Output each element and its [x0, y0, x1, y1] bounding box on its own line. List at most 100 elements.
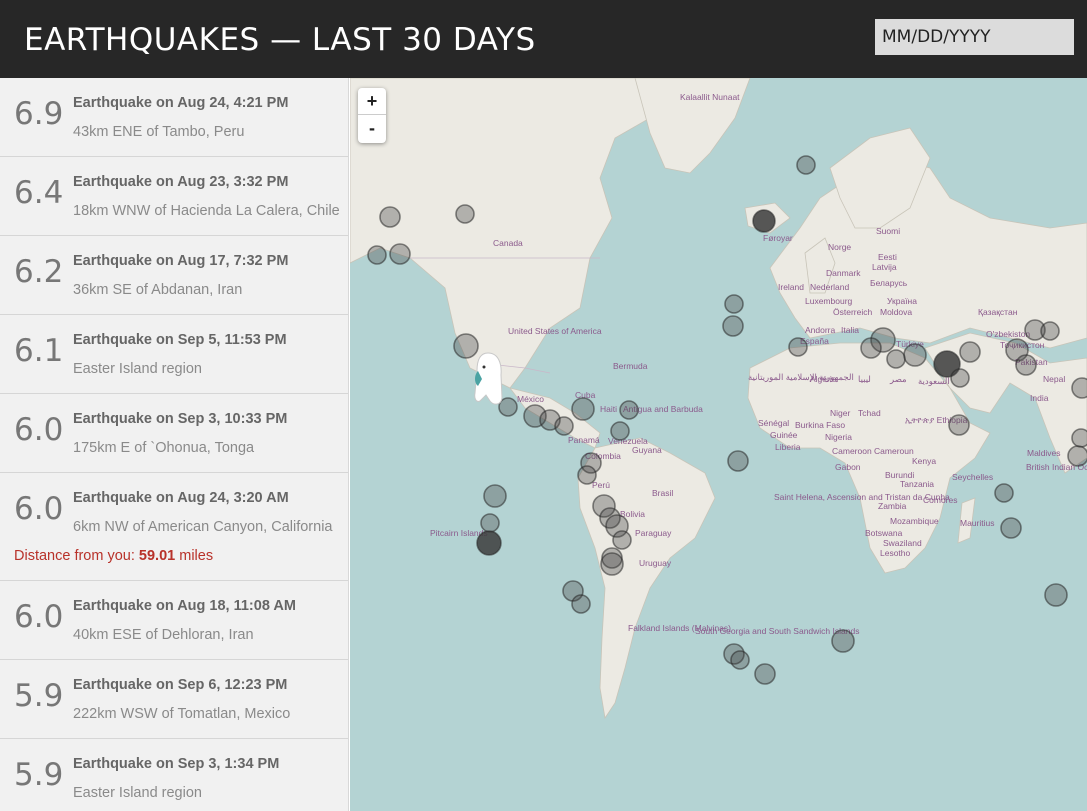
label-liberia: Liberia	[775, 442, 801, 452]
quake-place: Easter Island region	[73, 785, 202, 801]
quake-marker[interactable]	[389, 243, 411, 265]
person-marker-icon[interactable]	[474, 352, 503, 405]
label-nigeria: Nigeria	[825, 432, 852, 442]
list-item[interactable]: 6.0 Earthquake on Sep 3, 10:33 PM 175km …	[0, 394, 348, 473]
label-ireland: Ireland	[778, 282, 804, 292]
quake-marker[interactable]	[860, 337, 882, 359]
quake-marker[interactable]	[577, 465, 597, 485]
label-peru: Perú	[592, 480, 610, 490]
label-libya: ليبيا	[858, 374, 871, 384]
label-nepal: Nepal	[1043, 374, 1065, 384]
quake-marker[interactable]	[367, 245, 387, 265]
page-title: EARTHQUAKES — LAST 30 DAYS	[24, 22, 536, 58]
list-item[interactable]: 6.0 Earthquake on Aug 18, 11:08 AM 40km …	[0, 581, 348, 660]
label-senegal: Sénégal	[758, 418, 789, 428]
quake-marker[interactable]	[752, 209, 776, 233]
list-item[interactable]: 6.1 Earthquake on Sep 5, 11:53 PM Easter…	[0, 315, 348, 394]
label-tchad: Tchad	[858, 408, 881, 418]
quake-marker[interactable]	[796, 155, 816, 175]
label-italia: Italia	[841, 325, 859, 335]
quake-marker[interactable]	[480, 513, 500, 533]
quake-marker[interactable]	[948, 414, 970, 436]
magnitude: 6.0	[14, 491, 64, 527]
label-uruguay: Uruguay	[639, 558, 672, 568]
quake-marker[interactable]	[994, 483, 1014, 503]
quake-marker[interactable]	[610, 421, 630, 441]
quake-marker[interactable]	[571, 397, 595, 421]
quake-marker[interactable]	[730, 650, 750, 670]
world-map[interactable]: Kalaallit Nunaat Canada United States of…	[350, 78, 1087, 811]
quake-marker[interactable]	[554, 416, 574, 436]
quake-place: 222km WSW of Tomatlan, Mexico	[73, 706, 291, 722]
date-input[interactable]	[875, 19, 1074, 55]
zoom-in-button[interactable]: +	[358, 88, 386, 115]
zoom-control: + -	[358, 88, 386, 143]
distance-unit: miles	[179, 548, 214, 564]
quake-marker[interactable]	[612, 530, 632, 550]
quake-marker[interactable]	[1040, 321, 1060, 341]
quake-marker[interactable]	[722, 315, 744, 337]
magnitude: 5.9	[14, 757, 64, 793]
label-norge: Norge	[828, 242, 851, 252]
label-osterreich: Österreich	[833, 307, 872, 317]
quake-place: 40km ESE of Dehloran, Iran	[73, 627, 254, 643]
quake-place: 43km ENE of Tambo, Peru	[73, 124, 245, 140]
label-saint-helena: Saint Helena, Ascension and Tristan da C…	[774, 492, 950, 502]
quake-marker[interactable]	[483, 484, 507, 508]
quake-marker[interactable]	[903, 343, 927, 367]
magnitude: 6.9	[14, 96, 64, 132]
quake-title: Earthquake on Sep 3, 10:33 PM	[73, 411, 288, 427]
list-item[interactable]: 6.2 Earthquake on Aug 17, 7:32 PM 36km S…	[0, 236, 348, 315]
quake-marker[interactable]	[1071, 428, 1087, 448]
quake-marker[interactable]	[788, 337, 808, 357]
quake-marker[interactable]	[619, 400, 639, 420]
zoom-out-button[interactable]: -	[358, 115, 386, 142]
quake-marker[interactable]	[1000, 517, 1022, 539]
quake-marker[interactable]	[950, 368, 970, 388]
quake-marker[interactable]	[1067, 445, 1087, 467]
label-cameroun: Cameroon Cameroun	[832, 446, 914, 456]
quake-marker[interactable]	[1015, 354, 1037, 376]
north-america-land	[350, 78, 681, 389]
label-latvija: Latvija	[872, 262, 897, 272]
quake-place: 6km NW of American Canyon, California	[73, 519, 333, 535]
list-item[interactable]: 5.9 Earthquake on Sep 3, 1:34 PM Easter …	[0, 739, 348, 811]
label-ukraina: Україна	[887, 296, 917, 306]
list-item[interactable]: 6.0 Earthquake on Aug 24, 3:20 AM 6km NW…	[0, 473, 348, 581]
quake-marker[interactable]	[455, 204, 475, 224]
list-item[interactable]: 5.9 Earthquake on Sep 6, 12:23 PM 222km …	[0, 660, 348, 739]
quake-marker[interactable]	[453, 333, 479, 359]
label-guinee: Guinée	[770, 430, 798, 440]
quake-marker[interactable]	[886, 349, 906, 369]
quake-marker[interactable]	[379, 206, 401, 228]
label-luxembourg: Luxembourg	[805, 296, 853, 306]
label-faroe: Føroyar	[763, 233, 793, 243]
label-maldives: Maldives	[1027, 448, 1061, 458]
label-usa: United States of America	[508, 326, 602, 336]
quake-marker[interactable]	[727, 450, 749, 472]
label-mexico: México	[517, 394, 544, 404]
map-canvas[interactable]: Kalaallit Nunaat Canada United States of…	[350, 78, 1087, 811]
label-mozambique: Mozambique	[890, 516, 939, 526]
list-item[interactable]: 6.4 Earthquake on Aug 23, 3:32 PM 18km W…	[0, 157, 348, 236]
quake-marker[interactable]	[831, 629, 855, 653]
app-header: EARTHQUAKES — LAST 30 DAYS	[0, 0, 1087, 78]
list-item[interactable]: 6.9 Earthquake on Aug 24, 4:21 PM 43km E…	[0, 78, 348, 157]
label-moldova: Moldova	[880, 307, 912, 317]
label-bermuda: Bermuda	[613, 361, 648, 371]
quake-marker[interactable]	[754, 663, 776, 685]
label-india: India	[1030, 393, 1049, 403]
label-haiti: Haiti	[600, 404, 617, 414]
label-eesti: Eesti	[878, 252, 897, 262]
magnitude: 6.0	[14, 412, 64, 448]
quake-title: Earthquake on Sep 5, 11:53 PM	[73, 332, 287, 348]
quake-marker[interactable]	[476, 530, 502, 556]
quake-title: Earthquake on Aug 18, 11:08 AM	[73, 598, 296, 614]
quake-marker[interactable]	[724, 294, 744, 314]
quake-marker[interactable]	[600, 552, 624, 576]
quake-marker[interactable]	[1071, 377, 1087, 399]
quake-marker[interactable]	[571, 594, 591, 614]
quake-marker[interactable]	[959, 341, 981, 363]
quake-marker[interactable]	[1044, 583, 1068, 607]
quake-title: Earthquake on Aug 24, 3:20 AM	[73, 490, 289, 506]
